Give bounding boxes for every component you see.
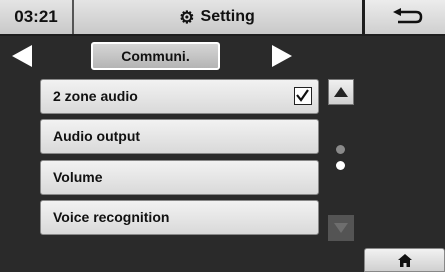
list-item-label: Voice recognition	[53, 209, 170, 225]
screen: 03:21 ⚙ Setting Communi. 2 zone audio Au…	[0, 0, 445, 272]
home-button[interactable]	[364, 248, 445, 272]
triangle-up-icon	[334, 87, 348, 97]
list-item-volume[interactable]: Volume	[40, 160, 319, 195]
list-item-label: 2 zone audio	[53, 88, 138, 104]
header-bar: 03:21 ⚙ Setting	[0, 0, 445, 36]
back-button[interactable]	[362, 0, 445, 34]
scroll-down-button[interactable]	[328, 215, 354, 241]
scroll-up-button[interactable]	[328, 79, 354, 105]
list-item-voice-recognition[interactable]: Voice recognition	[40, 200, 319, 235]
triangle-down-icon	[334, 223, 348, 233]
page-title: ⚙ Setting	[72, 0, 362, 34]
category-tab: Communi.	[91, 42, 220, 70]
page-title-label: Setting	[200, 8, 255, 25]
clock: 03:21	[0, 0, 74, 34]
return-arrow-icon	[392, 8, 422, 24]
checkmark-icon	[296, 89, 309, 102]
home-icon	[397, 253, 412, 267]
next-category-button[interactable]	[270, 43, 294, 69]
page-indicator-dot-active	[336, 161, 345, 170]
checkbox-2-zone-audio[interactable]	[294, 87, 312, 105]
page-indicator-dot	[336, 145, 345, 154]
list-item-audio-output[interactable]: Audio output	[40, 119, 319, 154]
list-item-2-zone-audio[interactable]: 2 zone audio	[40, 79, 319, 114]
list-item-label: Audio output	[53, 128, 141, 144]
list-item-label: Volume	[53, 169, 103, 185]
gear-icon: ⚙	[179, 7, 195, 27]
previous-category-button[interactable]	[10, 43, 34, 69]
